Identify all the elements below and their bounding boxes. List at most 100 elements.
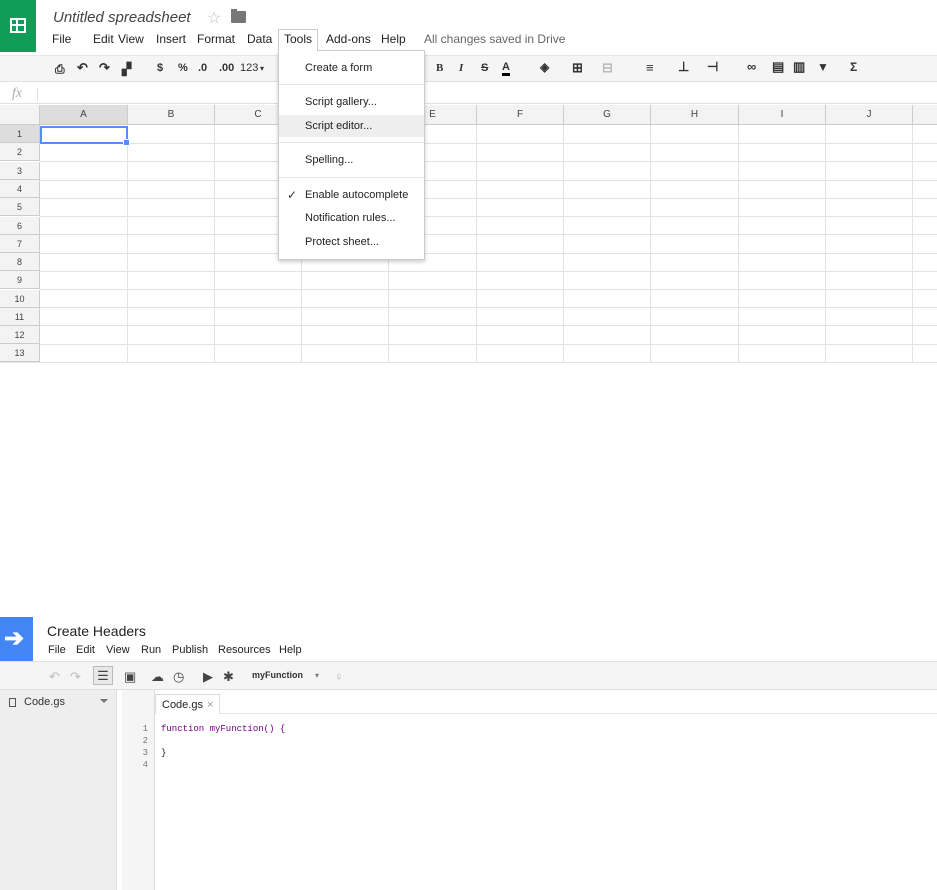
menu-insert[interactable]: Insert [156,32,186,46]
editor-menu-view[interactable]: View [106,644,130,656]
menu-item-notification-rules[interactable]: Notification rules... [279,207,424,229]
grid-line [40,344,937,345]
text-wrap-icon[interactable]: ⊣ [707,59,718,75]
horizontal-align-icon[interactable]: ≡ [646,60,654,75]
file-icon [9,698,16,707]
vertical-align-icon[interactable]: ⊥ [678,59,689,75]
function-select-caret-icon[interactable]: ▾ [315,671,319,680]
menu-item-enable-autocomplete[interactable]: ✓ Enable autocomplete [279,184,424,206]
more-formats-button[interactable]: 123 [240,62,258,74]
indent-icon[interactable]: ☰ [93,666,113,685]
increase-decimal-button[interactable]: .00 [219,62,234,74]
column-header-i[interactable]: I [739,105,826,125]
row-header-8[interactable]: 8 [0,253,40,271]
menu-data[interactable]: Data [247,32,272,46]
code-line-3[interactable]: } [161,748,166,758]
file-menu-caret-icon[interactable] [100,699,108,703]
borders-icon[interactable]: ⊞ [572,60,583,76]
column-header-k[interactable] [913,105,937,125]
menu-item-create-form[interactable]: Create a form [279,57,424,79]
grid-line [40,143,937,144]
insert-link-icon[interactable]: ∞ [747,59,756,74]
editor-menu-help[interactable]: Help [279,644,302,656]
function-select[interactable]: myFunction [252,670,303,680]
editor-menu-file[interactable]: File [48,644,66,656]
undo-icon[interactable]: ↶ [49,669,60,685]
column-header-h[interactable]: H [651,105,739,125]
deploy-cloud-icon[interactable]: ☁ [151,669,164,685]
redo-icon[interactable]: ↷ [99,60,110,76]
functions-button[interactable]: Σ [850,60,857,74]
column-header-j[interactable]: J [826,105,913,125]
paint-format-icon[interactable]: ▞ [122,62,131,76]
editor-menu-resources[interactable]: Resources [218,644,271,656]
text-color-button[interactable]: A [502,62,510,76]
menu-item-spelling[interactable]: Spelling... [279,149,424,171]
menu-format[interactable]: Format [197,32,235,46]
undo-icon[interactable]: ↶ [77,60,88,76]
line-number: 2 [142,736,148,746]
formula-bar[interactable]: fx [0,85,937,104]
row-header-3[interactable]: 3 [0,162,40,180]
percent-button[interactable]: % [178,62,188,74]
row-header-10[interactable]: 10 [0,290,40,308]
menu-item-script-gallery[interactable]: Script gallery... [279,91,424,113]
row-header-12[interactable]: 12 [0,326,40,344]
bold-button[interactable]: B [436,62,443,74]
menu-tools[interactable]: Tools [278,29,319,51]
menu-edit[interactable]: Edit [93,32,114,46]
menu-file[interactable]: File [52,32,71,46]
run-icon[interactable]: ▶ [203,669,213,685]
select-all-corner[interactable] [0,105,40,125]
star-icon[interactable]: ☆ [207,8,221,28]
strikethrough-button[interactable]: S [481,62,488,74]
row-header-5[interactable]: 5 [0,198,40,216]
tab-code-gs[interactable]: Code.gs × [155,694,221,714]
insert-comment-icon[interactable]: ▤ [772,59,784,75]
row-header-6[interactable]: 6 [0,217,40,235]
debug-bug-icon[interactable]: ✱ [223,669,234,685]
spreadsheet-title[interactable]: Untitled spreadsheet [53,9,191,26]
merge-cells-icon[interactable]: ⊟ [602,60,613,76]
print-icon[interactable]: ⎙ [55,62,65,77]
column-header-a[interactable]: A [40,105,128,125]
editor-menu-publish[interactable]: Publish [172,644,208,656]
insert-chart-icon[interactable]: ▥ [793,59,805,75]
row-header-2[interactable]: 2 [0,143,40,161]
menu-addons[interactable]: Add-ons [326,32,371,46]
menu-item-protect-sheet[interactable]: Protect sheet... [279,231,424,253]
italic-button[interactable]: I [459,62,463,74]
menu-view[interactable]: View [118,32,144,46]
editor-menu-edit[interactable]: Edit [76,644,95,656]
close-tab-icon[interactable]: × [207,699,213,711]
currency-button[interactable]: $ [157,62,163,74]
sheets-logo-icon[interactable] [0,0,36,52]
decrease-decimal-button[interactable]: .0 [198,62,207,74]
more-formats-caret-icon[interactable]: ▾ [260,64,264,73]
apps-script-logo-icon[interactable]: ➔ [0,617,33,661]
row-header-13[interactable]: 13 [0,344,40,362]
save-icon[interactable]: ▣ [124,669,136,685]
redo-icon[interactable]: ↷ [70,669,81,685]
fill-color-icon[interactable]: ◈ [540,60,549,74]
file-list-item[interactable]: Code.gs [0,690,117,714]
project-title[interactable]: Create Headers [47,623,146,639]
row-header-9[interactable]: 9 [0,271,40,289]
menu-item-script-editor[interactable]: Script editor... [279,115,424,137]
lightbulb-icon[interactable]: ♀ [334,669,344,684]
triggers-clock-icon[interactable]: ◷ [173,669,184,685]
row-header-4[interactable]: 4 [0,180,40,198]
grid-line [40,161,937,162]
folder-icon[interactable] [231,9,246,23]
filter-icon[interactable]: ▼ [817,60,829,74]
selected-cell-a1[interactable] [40,126,130,146]
row-header-11[interactable]: 11 [0,308,40,326]
code-line-1[interactable]: function myFunction() { [161,724,285,734]
menu-help[interactable]: Help [381,32,406,46]
row-header-1[interactable]: 1 [0,125,40,143]
column-header-b[interactable]: B [128,105,215,125]
column-header-f[interactable]: F [477,105,564,125]
row-header-7[interactable]: 7 [0,235,40,253]
editor-menu-run[interactable]: Run [141,644,161,656]
column-header-g[interactable]: G [564,105,651,125]
